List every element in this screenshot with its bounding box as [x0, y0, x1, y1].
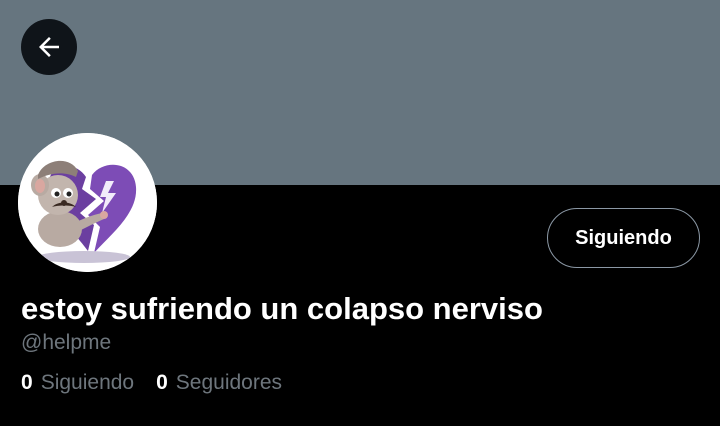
followers-stat-link[interactable]: 0 Seguidores: [156, 371, 282, 395]
following-count: 0: [21, 371, 33, 394]
back-arrow-icon: [39, 37, 59, 57]
following-button[interactable]: Siguiendo: [547, 208, 700, 268]
following-stat-link[interactable]: 0 Siguiendo: [21, 371, 134, 395]
back-button[interactable]: [21, 19, 77, 75]
profile-handle: @helpme: [21, 331, 112, 354]
following-button-label: Siguiendo: [575, 226, 672, 249]
profile-stats: 0 Siguiendo 0 Seguidores: [21, 371, 282, 395]
followers-label: Seguidores: [175, 371, 283, 394]
broken-heart-mouse-image: [18, 133, 157, 272]
avatar[interactable]: [18, 133, 157, 272]
profile-display-name: estoy sufriendo un colapso nerviso: [21, 291, 543, 326]
followers-count: 0: [156, 371, 168, 394]
following-label: Siguiendo: [40, 371, 135, 394]
